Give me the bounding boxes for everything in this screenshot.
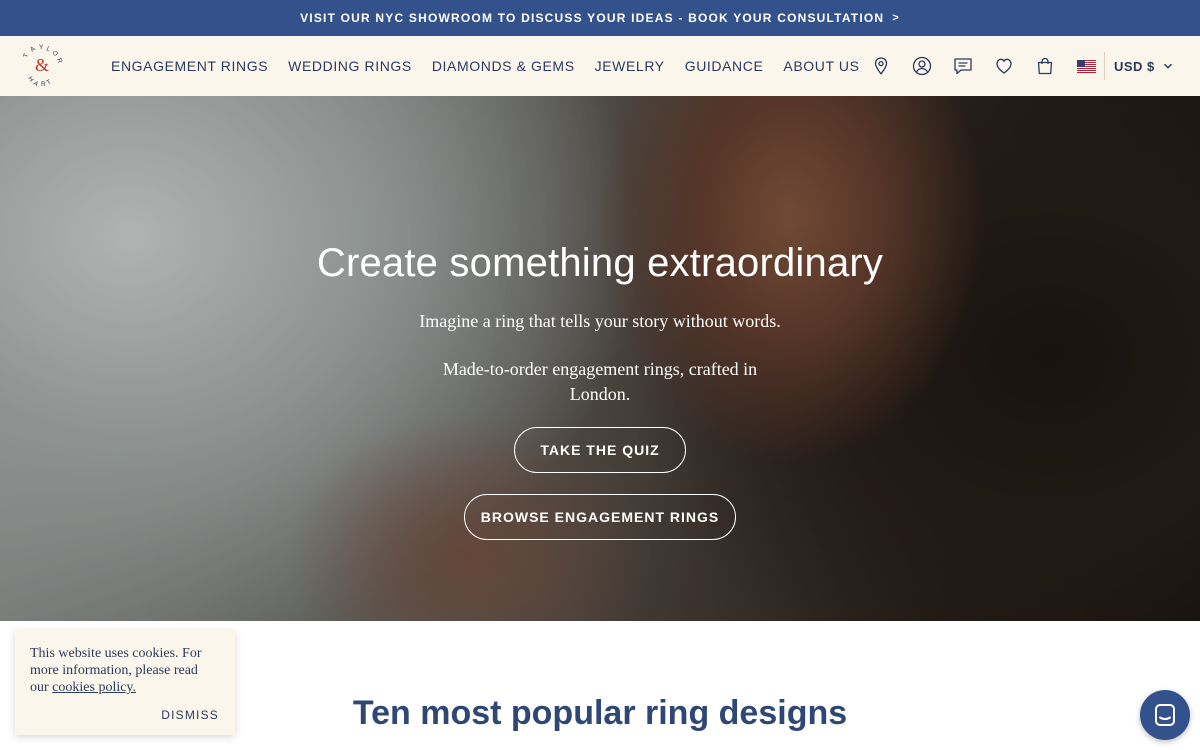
svg-text:A: A xyxy=(32,80,40,88)
svg-text:&: & xyxy=(35,55,49,75)
svg-text:A: A xyxy=(29,45,37,54)
svg-text:L: L xyxy=(45,45,52,53)
currency-label: USD $ xyxy=(1114,58,1155,74)
hero-subtitle: Imagine a ring that tells your story wit… xyxy=(419,311,781,331)
nav-about-us[interactable]: ABOUT US xyxy=(783,58,859,74)
chat-icon[interactable] xyxy=(952,55,974,77)
us-flag-icon[interactable] xyxy=(1077,59,1096,73)
svg-text:Y: Y xyxy=(39,44,44,51)
browse-engagement-rings-button[interactable]: BROWSE ENGAGEMENT RINGS xyxy=(464,494,736,540)
announcement-text[interactable]: VISIT OUR NYC SHOWROOM TO DISCUSS YOUR I… xyxy=(300,11,884,25)
hero-content: Create something extraordinary Imagine a… xyxy=(0,96,1200,621)
nav-guidance[interactable]: GUIDANCE xyxy=(685,58,764,74)
cookies-policy-link[interactable]: cookies policy. xyxy=(52,680,136,695)
site-header: & T A Y L O R H A R T ENGAGEMENT RINGS W… xyxy=(0,36,1200,96)
heart-icon[interactable] xyxy=(993,55,1015,77)
svg-text:R: R xyxy=(55,57,63,64)
dismiss-button[interactable]: DISMISS xyxy=(161,708,219,722)
take-quiz-button[interactable]: TAKE THE QUIZ xyxy=(514,427,686,473)
svg-text:T: T xyxy=(22,53,30,59)
svg-text:O: O xyxy=(51,49,60,58)
header-tools: USD $ xyxy=(870,36,1173,96)
header-divider xyxy=(1104,52,1105,80)
main-nav: ENGAGEMENT RINGS WEDDING RINGS DIAMONDS … xyxy=(111,36,880,96)
cookie-text: This website uses cookies. For more info… xyxy=(30,645,220,696)
nav-diamonds-gems[interactable]: DIAMONDS & GEMS xyxy=(432,58,575,74)
logo[interactable]: & T A Y L O R H A R T xyxy=(20,44,64,89)
nav-jewelry[interactable]: JEWELRY xyxy=(595,58,665,74)
chat-bubble-icon xyxy=(1155,704,1175,726)
currency-selector[interactable]: USD $ xyxy=(1114,59,1173,74)
nav-engagement-rings[interactable]: ENGAGEMENT RINGS xyxy=(111,58,268,74)
hero-subtitle-2: Made-to-order engagement rings, crafted … xyxy=(442,359,758,404)
account-icon[interactable] xyxy=(911,55,933,77)
chevron-right-icon: > xyxy=(892,12,900,24)
location-pin-icon[interactable] xyxy=(870,55,892,77)
hero-title: Create something extraordinary xyxy=(316,241,884,285)
svg-text:T: T xyxy=(46,79,53,87)
announcement-bar[interactable]: VISIT OUR NYC SHOWROOM TO DISCUSS YOUR I… xyxy=(0,0,1200,36)
cookie-banner: This website uses cookies. For more info… xyxy=(15,630,235,735)
nav-wedding-rings[interactable]: WEDDING RINGS xyxy=(288,58,412,74)
chat-launcher-button[interactable] xyxy=(1140,690,1190,740)
hero-banner: Create something extraordinary Imagine a… xyxy=(0,96,1200,621)
bag-icon[interactable] xyxy=(1034,55,1056,77)
logo-mark: & T A Y L O R H A R T xyxy=(22,44,63,89)
chevron-down-icon xyxy=(1163,63,1172,69)
